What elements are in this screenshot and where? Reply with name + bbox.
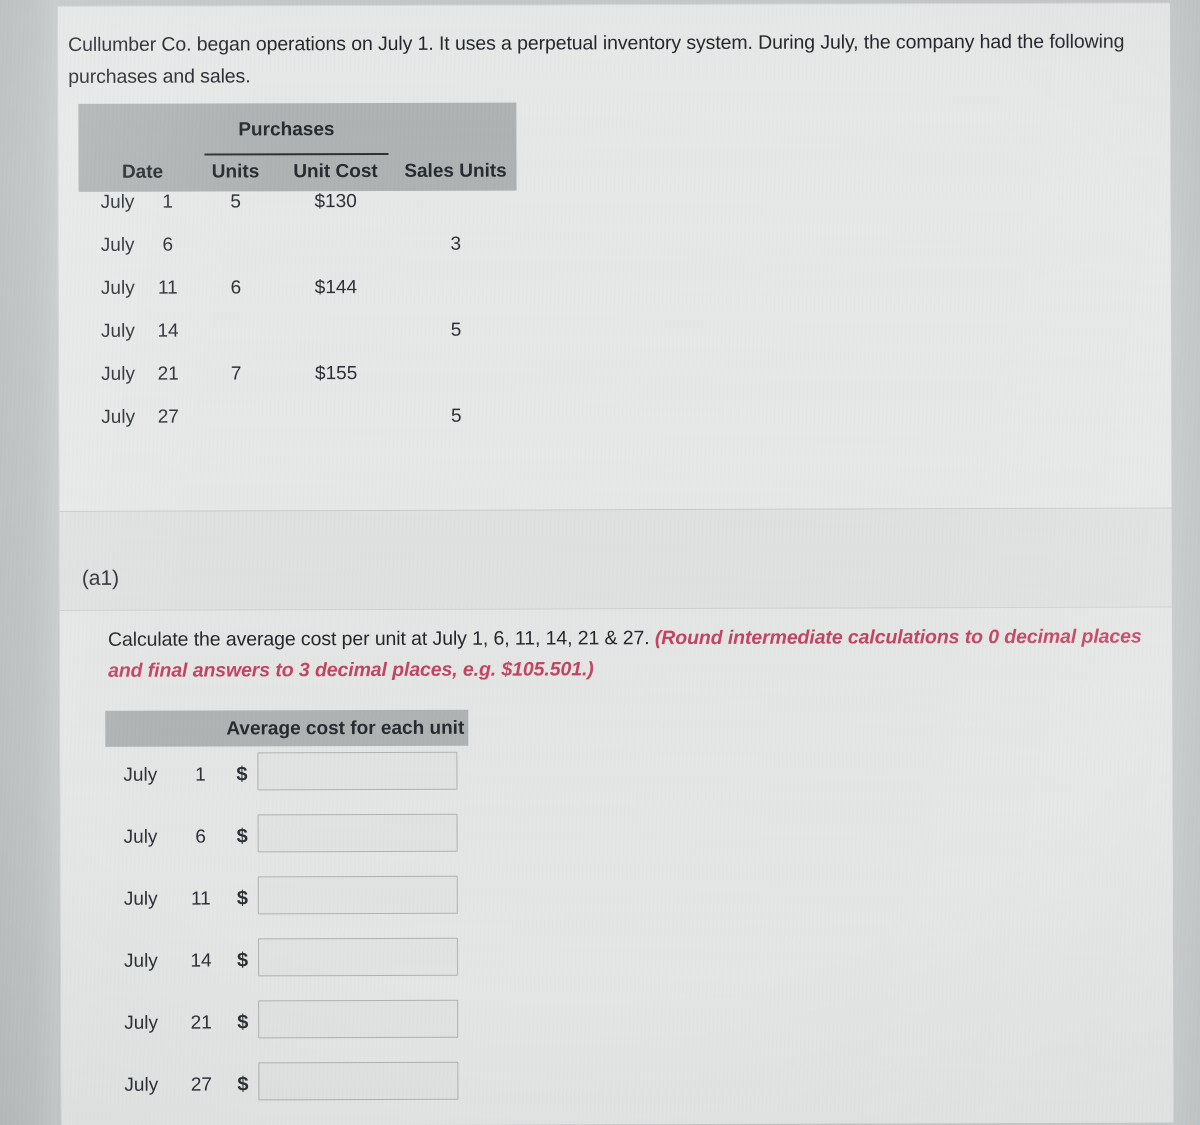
answer-cell-month: July — [124, 1012, 159, 1034]
answer-cell-month: July — [124, 1074, 159, 1096]
column-header-unit-cost: Unit Cost — [293, 160, 378, 183]
cell-day: 14 — [157, 320, 179, 342]
cell-day: 1 — [162, 191, 173, 213]
answer-column-header-label: Average cost for each unit — [226, 717, 465, 740]
column-header-date: Date — [121, 161, 164, 183]
currency-symbol: $ — [237, 1011, 249, 1034]
instruction-text: Calculate the average cost per unit at J… — [108, 622, 1150, 687]
average-cost-input-july-6[interactable] — [257, 813, 458, 853]
purchases-group-header-label: Purchases — [238, 119, 335, 141]
cell-month: July — [101, 363, 135, 385]
right-margin-strip — [1169, 0, 1200, 1125]
average-cost-input-july-21[interactable] — [258, 999, 459, 1039]
column-header-units: Units — [211, 161, 260, 183]
currency-symbol: $ — [236, 825, 248, 848]
average-cost-input-july-11[interactable] — [257, 875, 458, 915]
table-row: July 14 5 — [79, 320, 519, 364]
purchases-table: Purchases Date Units Unit Cost Sales Uni… — [78, 102, 519, 504]
column-header-sales-units: Sales Units — [404, 160, 507, 182]
scenario-prompt-text: Cullumber Co. began operations on July 1… — [68, 30, 1125, 88]
average-cost-input-july-1[interactable] — [257, 751, 458, 791]
part-a1-body: Calculate the average cost per unit at J… — [59, 607, 1174, 1125]
cell-unit-cost: $155 — [314, 363, 358, 385]
answer-cell-day: 1 — [195, 764, 206, 786]
cell-month: July — [100, 277, 135, 299]
cell-sales-units: 3 — [450, 233, 462, 255]
answer-row: July 1 $ — [105, 746, 525, 809]
cell-month: July — [100, 320, 135, 342]
cell-sales-units: 5 — [450, 319, 462, 341]
purchases-table-header: Purchases Date Units Unit Cost Sales Uni… — [78, 102, 517, 192]
answer-cell-day: 11 — [190, 888, 211, 910]
cell-day: 21 — [157, 363, 179, 385]
cell-unit-cost: $144 — [314, 277, 358, 299]
purchases-group-underline — [204, 152, 389, 156]
screenshot-canvas: Cullumber Co. began operations on July 1… — [0, 0, 1200, 1125]
answer-cell-month: July — [123, 764, 158, 786]
answer-cell-month: July — [123, 950, 158, 972]
part-label: (a1) — [81, 566, 120, 590]
instruction-plain-text: Calculate the average cost per unit at J… — [107, 627, 650, 651]
cell-day: 27 — [157, 406, 179, 428]
table-row: July 6 3 — [79, 234, 519, 278]
currency-symbol: $ — [236, 763, 248, 786]
answer-row: July 27 $ — [106, 1056, 526, 1119]
answer-row: July 11 $ — [106, 870, 526, 933]
answer-cell-month: July — [123, 826, 158, 848]
cell-units: 6 — [230, 277, 242, 299]
answer-table: Average cost for each unit July 1 $ July… — [105, 709, 526, 1119]
cell-unit-cost: $130 — [314, 191, 357, 213]
question-content-panel: Cullumber Co. began operations on July 1… — [57, 2, 1174, 1125]
answer-cell-day: 21 — [190, 1012, 212, 1034]
answer-row: July 14 $ — [106, 932, 526, 995]
scenario-section: Cullumber Co. began operations on July 1… — [58, 3, 1172, 512]
average-cost-input-july-27[interactable] — [258, 1061, 459, 1101]
part-a1-section: (a1) Calculate the average cost per unit… — [59, 508, 1174, 1125]
answer-row: July 6 $ — [106, 808, 526, 871]
currency-symbol: $ — [237, 1073, 249, 1096]
cell-day: 11 — [157, 277, 178, 299]
answer-row: July 21 $ — [106, 994, 526, 1057]
average-cost-input-july-14[interactable] — [257, 937, 459, 977]
cell-units: 5 — [230, 191, 241, 213]
answer-cell-month: July — [123, 888, 158, 910]
cell-sales-units: 5 — [450, 405, 462, 427]
table-row: July 11 6 $144 — [79, 277, 519, 321]
answer-cell-day: 14 — [190, 950, 212, 972]
cell-units: 7 — [230, 363, 242, 385]
currency-symbol: $ — [236, 949, 249, 972]
table-row: July 21 7 $155 — [79, 363, 519, 407]
answer-table-header: Average cost for each unit — [105, 709, 469, 747]
cell-month: July — [100, 191, 135, 213]
currency-symbol: $ — [236, 887, 248, 910]
cell-day: 6 — [162, 234, 174, 256]
left-margin-strip — [0, 0, 58, 1125]
cell-month: July — [101, 406, 136, 428]
answer-cell-day: 27 — [190, 1074, 212, 1096]
table-bottom-spacer — [79, 449, 519, 504]
answer-cell-day: 6 — [195, 826, 206, 848]
table-row: July 1 5 $130 — [79, 191, 519, 235]
cell-month: July — [100, 234, 135, 256]
table-row: July 27 5 — [79, 406, 519, 450]
